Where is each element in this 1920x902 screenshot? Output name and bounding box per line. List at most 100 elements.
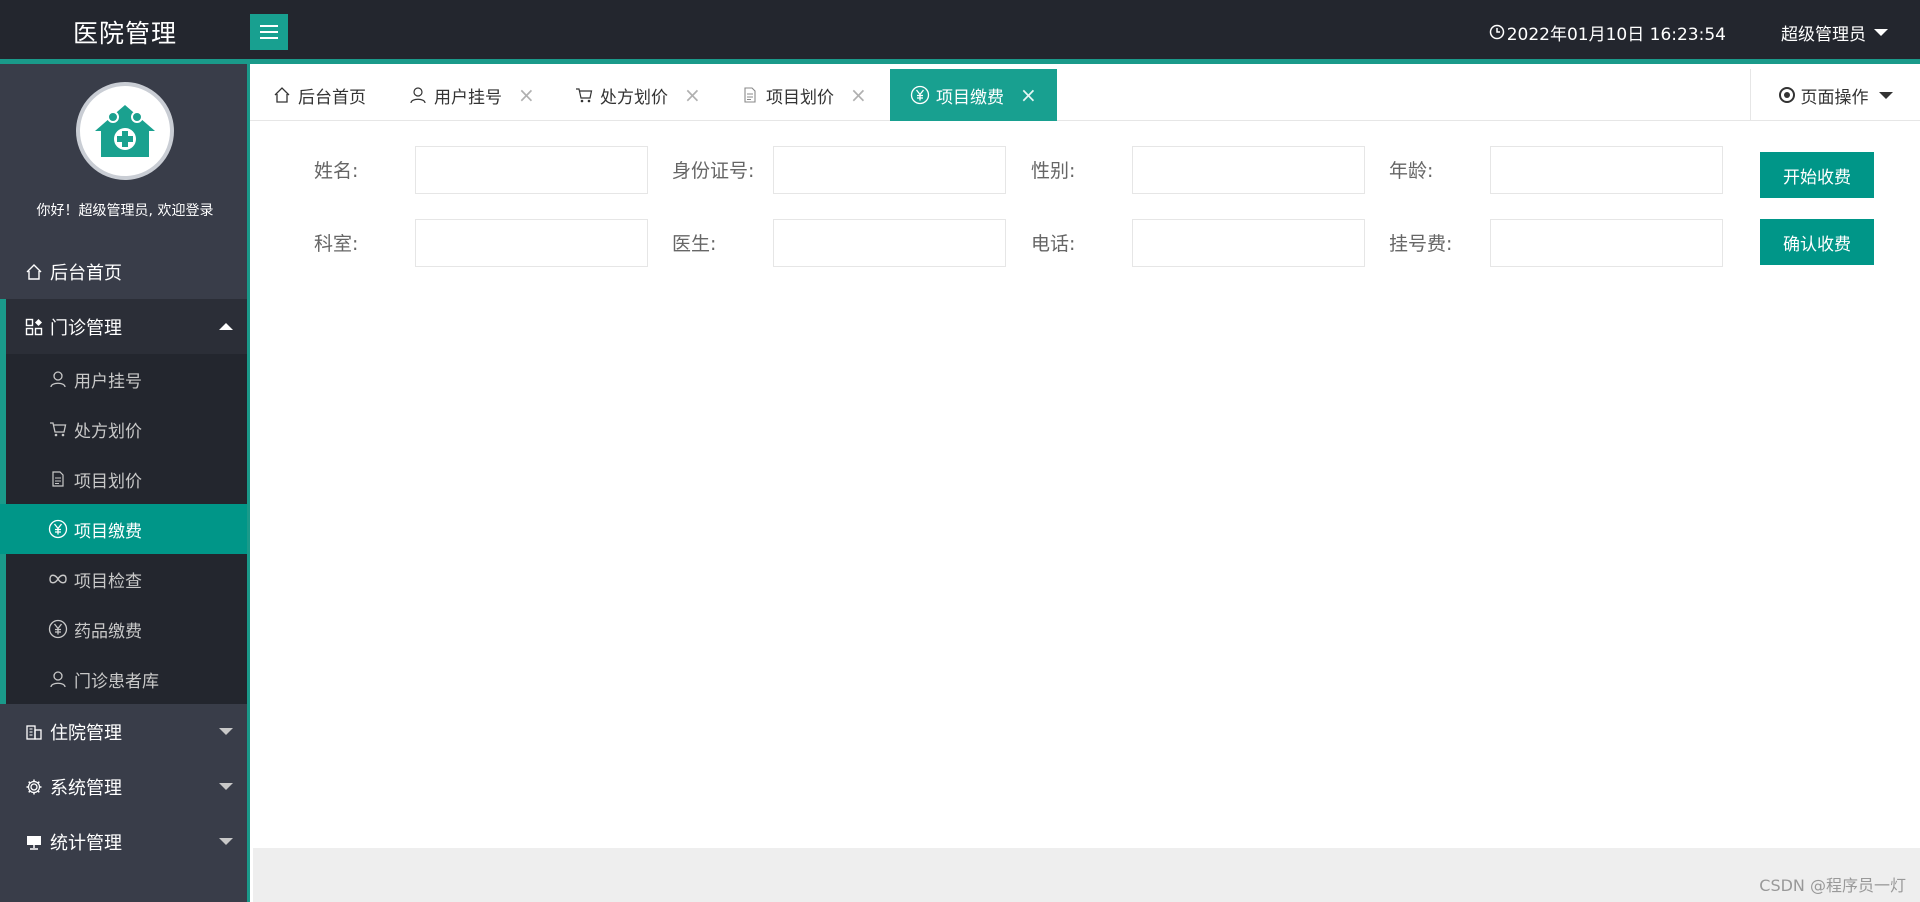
confirm-payment-button[interactable]: 确认收费 [1760,219,1874,265]
sidebar-item-label: 项目检查 [74,571,142,592]
sidebar-item-label: 系统管理 [50,777,122,799]
registration-fee-input[interactable] [1490,219,1723,267]
sidebar-item-label: 门诊患者库 [74,671,159,692]
close-icon[interactable]: × [518,85,535,105]
label-name: 姓名: [314,160,359,182]
avatar [76,82,174,180]
phone-input[interactable] [1132,219,1365,267]
chevron-down-icon [1878,91,1893,99]
tab-bar: 后台首页 用户挂号 × 处方划价 × 项目划价 × 项目缴费 × 页面操作 [250,69,1920,121]
cart-icon [48,419,68,439]
hamburger-icon [260,25,278,39]
name-input[interactable] [415,146,648,194]
sidebar-item-system[interactable]: 系统管理 [0,759,247,814]
footer-bar [253,848,1920,902]
tab-label: 项目缴费 [936,87,1004,108]
user-icon [408,85,428,105]
sidebar-item-registration[interactable]: 用户挂号 [6,354,247,404]
brand-title: 医院管理 [72,19,177,48]
yen-icon [48,519,68,539]
sidebar-item-prescription-pricing[interactable]: 处方划价 [6,404,247,454]
label-phone: 电话: [1031,233,1076,255]
chevron-down-icon [1874,28,1888,36]
id-number-input[interactable] [773,146,1006,194]
document-icon [740,85,760,105]
clock: 2022年01月10日 16:23:54 [1489,0,1726,64]
age-input[interactable] [1490,146,1723,194]
sidebar-item-outpatient[interactable]: 门诊管理 [0,299,247,354]
sidebar-item-home[interactable]: 后台首页 [0,244,247,299]
tab-item-payment[interactable]: 项目缴费 × [890,69,1057,121]
document-icon [48,469,68,489]
tab-label: 项目划价 [766,87,834,108]
sidebar-item-label: 处方划价 [74,421,142,442]
sidebar-item-inpatient[interactable]: 住院管理 [0,704,247,759]
label-doctor: 医生: [672,233,717,255]
page-operations-menu[interactable]: 页面操作 [1750,69,1920,121]
sidebar-item-drug-payment[interactable]: 药品缴费 [6,604,247,654]
tab-label: 处方划价 [600,87,668,108]
sidebar-item-label: 项目缴费 [74,521,142,542]
sidebar-item-statistics[interactable]: 统计管理 [0,814,247,869]
sidebar-item-label: 统计管理 [50,832,122,854]
tab-registration[interactable]: 用户挂号 × [408,69,535,121]
clock-icon [1489,24,1504,40]
sidebar-item-label: 项目划价 [74,471,142,492]
tab-label: 后台首页 [298,87,366,108]
sidebar-item-label: 门诊管理 [50,317,122,339]
chevron-up-icon [219,323,233,330]
close-icon[interactable]: × [1020,85,1037,105]
department-input[interactable] [415,219,648,267]
chevron-down-icon [219,728,233,735]
label-id-number: 身份证号: [672,160,755,182]
label-age: 年龄: [1389,160,1434,182]
tab-prescription-pricing[interactable]: 处方划价 × [574,69,701,121]
sidebar-item-label: 药品缴费 [74,621,142,642]
outpatient-submenu: 用户挂号 处方划价 项目划价 项目缴费 项目检查 药品缴费 门诊患者库 [0,354,247,704]
page-operations-label: 页面操作 [1800,87,1869,108]
monitor-icon [24,832,44,852]
menu-toggle-button[interactable] [250,14,288,50]
clock-text: 2022年01月10日 16:23:54 [1506,24,1726,45]
target-icon [1778,87,1795,103]
yen-icon [910,85,930,105]
chevron-down-icon [219,838,233,845]
header-accent-line [0,59,1920,64]
hospital-logo-icon [95,105,155,157]
sidebar-item-patient-database[interactable]: 门诊患者库 [6,654,247,704]
gender-input[interactable] [1132,146,1365,194]
welcome-text: 你好！超级管理员, 欢迎登录 [36,203,214,219]
cart-icon [574,85,594,105]
start-payment-button[interactable]: 开始收费 [1760,152,1874,198]
close-icon[interactable]: × [850,85,867,105]
sidebar-item-item-pricing[interactable]: 项目划价 [6,454,247,504]
watermark: CSDN @程序员一灯 [1759,876,1906,895]
yen-icon [48,619,68,639]
top-header: 医院管理 2022年01月10日 16:23:54 超级管理员 [0,0,1920,64]
user-menu[interactable]: 超级管理员 [1781,0,1888,64]
label-registration-fee: 挂号费: [1389,233,1453,255]
gear-icon [24,777,44,797]
sidebar-item-label: 用户挂号 [74,371,142,392]
tab-item-pricing[interactable]: 项目划价 × [740,69,867,121]
tab-home[interactable]: 后台首页 [272,69,366,121]
user-icon [48,369,68,389]
sidebar-item-item-payment[interactable]: 项目缴费 [0,504,247,554]
doctor-input[interactable] [773,219,1006,267]
user-icon [48,669,68,689]
close-icon[interactable]: × [684,85,701,105]
home-icon [272,85,292,105]
home-icon [24,262,44,282]
chevron-down-icon [219,783,233,790]
building-icon [24,722,44,742]
grid-icon [24,317,44,337]
sidebar: 你好！超级管理员, 欢迎登录 后台首页 门诊管理 用户挂号 处方划价 项目划价 [0,64,250,902]
sidebar-item-label: 后台首页 [50,262,122,284]
label-gender: 性别: [1031,160,1076,182]
sidebar-item-label: 住院管理 [50,722,122,744]
sidebar-item-item-check[interactable]: 项目检查 [6,554,247,604]
user-name: 超级管理员 [1781,24,1866,45]
sidebar-nav: 后台首页 门诊管理 用户挂号 处方划价 项目划价 项目缴费 项目检查 药品缴费 … [0,244,247,869]
tab-label: 用户挂号 [434,87,502,108]
infinity-icon [48,569,68,589]
